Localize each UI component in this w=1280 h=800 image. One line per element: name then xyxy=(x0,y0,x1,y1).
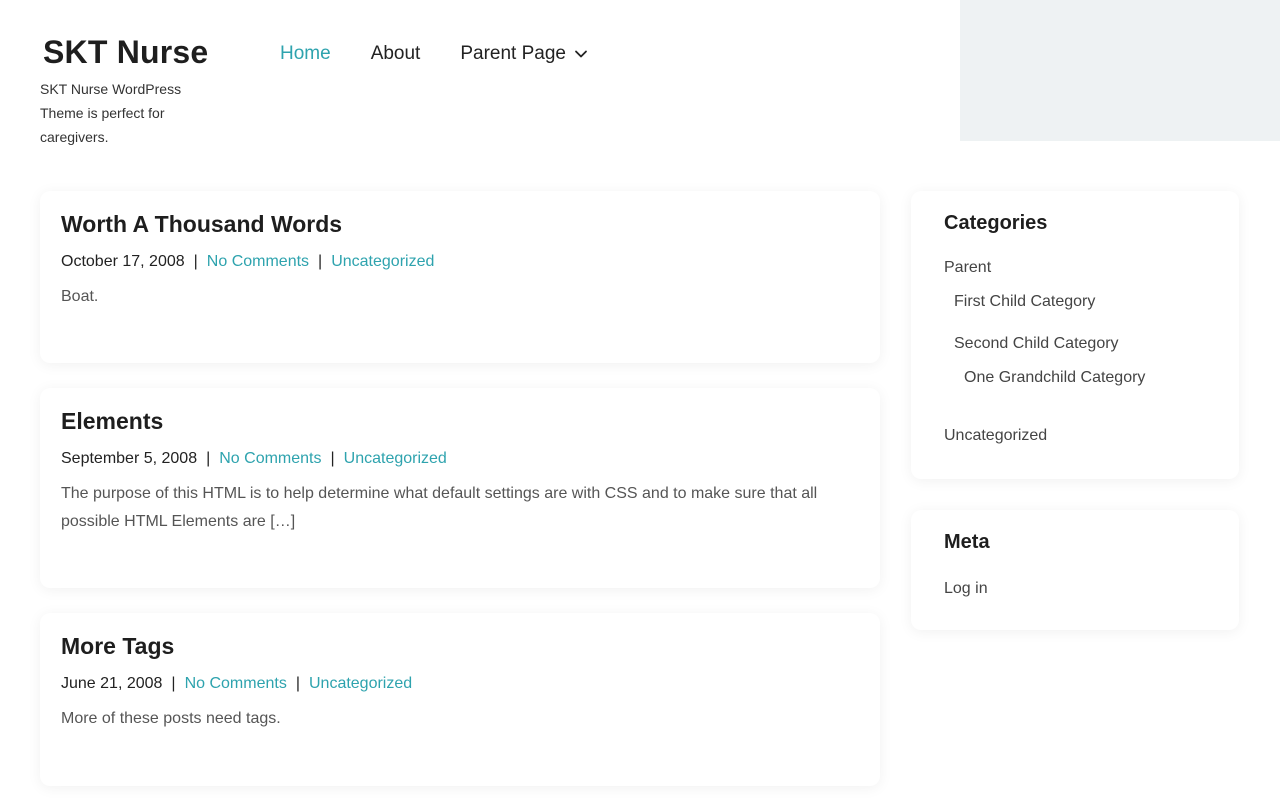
widget-title: Categories xyxy=(944,212,1048,234)
meta-separator: | xyxy=(206,450,211,467)
post-excerpt: Boat. xyxy=(61,288,99,305)
post-date: June 21, 2008 xyxy=(61,675,163,692)
nav-item-about[interactable]: About xyxy=(371,40,421,68)
nav-item-label: Parent Page xyxy=(460,43,566,64)
post-title[interactable]: More Tags xyxy=(61,631,859,661)
post-date: October 17, 2008 xyxy=(61,253,185,270)
meta-list: Log in xyxy=(944,578,1207,600)
categories-widget: Categories Parent First Child Category S… xyxy=(911,191,1239,479)
category-item-first-child[interactable]: First Child Category xyxy=(944,291,1207,313)
category-item-second-child[interactable]: Second Child Category xyxy=(944,333,1207,355)
login-link[interactable]: Log in xyxy=(944,578,1207,600)
site-header: SKT Nurse SKT Nurse WordPress Theme is p… xyxy=(0,0,1280,145)
nav-item-parent-page[interactable]: Parent Page xyxy=(460,40,588,68)
post-list: Worth A Thousand Words October 17, 2008 |… xyxy=(40,191,880,800)
post-category-link[interactable]: Uncategorized xyxy=(331,253,434,270)
post-meta: September 5, 2008 | No Comments | Uncategori… xyxy=(61,448,859,470)
meta-widget: Meta Log in xyxy=(911,510,1239,630)
post-card: Elements September 5, 2008 | No Comments | U… xyxy=(40,388,880,588)
post-excerpt: The purpose of this HTML is to help dete… xyxy=(61,485,818,530)
sidebar: Categories Parent First Child Category S… xyxy=(911,191,1239,661)
post-comments-link[interactable]: No Comments xyxy=(207,253,309,270)
post-comments-link[interactable]: No Comments xyxy=(219,450,321,467)
meta-separator: | xyxy=(318,253,323,270)
post-title[interactable]: Elements xyxy=(61,406,859,436)
site-description: SKT Nurse WordPress Theme is perfect for… xyxy=(40,81,182,145)
nav-item-label: Home xyxy=(280,43,331,64)
category-item-uncategorized[interactable]: Uncategorized xyxy=(944,425,1207,447)
site-title[interactable]: SKT Nurse xyxy=(40,30,230,74)
post-meta: June 21, 2008 | No Comments | Uncategorized xyxy=(61,673,859,695)
category-item-parent[interactable]: Parent xyxy=(944,257,1207,279)
post-title[interactable]: Worth A Thousand Words xyxy=(61,209,859,239)
category-list: Parent First Child Category Second Child… xyxy=(944,257,1207,447)
site-branding: SKT Nurse SKT Nurse WordPress Theme is p… xyxy=(40,30,230,149)
post-comments-link[interactable]: No Comments xyxy=(185,675,287,692)
post-meta: October 17, 2008 | No Comments | Uncategoriz… xyxy=(61,251,859,273)
header-banner-panel xyxy=(960,0,1280,141)
category-item-grandchild[interactable]: One Grandchild Category xyxy=(944,367,1207,389)
meta-separator: | xyxy=(295,675,300,692)
post-excerpt: More of these posts need tags. xyxy=(61,710,281,727)
post-card: More Tags June 21, 2008 | No Comments | Unca… xyxy=(40,613,880,786)
main-navigation: Home About Parent Page xyxy=(280,40,628,68)
post-category-link[interactable]: Uncategorized xyxy=(309,675,412,692)
post-category-link[interactable]: Uncategorized xyxy=(344,450,447,467)
meta-separator: | xyxy=(193,253,198,270)
widget-title: Meta xyxy=(944,531,990,553)
nav-item-label: About xyxy=(370,43,421,64)
post-date: September 5, 2008 xyxy=(61,450,198,467)
post-card: Worth A Thousand Words October 17, 2008 |… xyxy=(40,191,880,363)
meta-separator: | xyxy=(330,450,335,467)
chevron-down-icon xyxy=(575,50,587,58)
meta-separator: | xyxy=(171,675,176,692)
nav-item-home[interactable]: Home xyxy=(280,40,331,68)
